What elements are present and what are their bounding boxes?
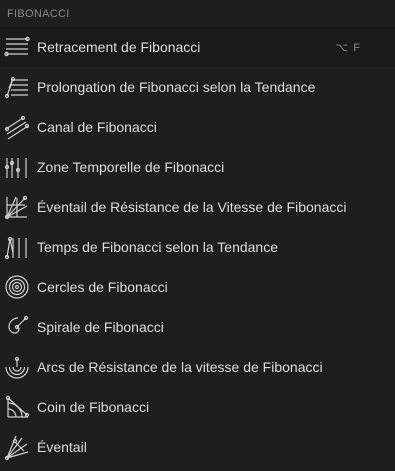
fib-time-zone-icon	[3, 153, 31, 181]
menu-item-fib-wedge[interactable]: Coin de Fibonacci	[0, 387, 395, 427]
menu-item-label: Arcs de Résistance de la vitesse de Fibo…	[37, 359, 323, 375]
menu-item-label: Prolongation de Fibonacci selon la Tenda…	[37, 79, 316, 95]
menu-item-label: Zone Temporelle de Fibonacci	[37, 159, 225, 175]
menu-item-fib-retracement[interactable]: Retracement de Fibonacci ⌥ F	[0, 27, 395, 67]
fib-circles-icon	[3, 273, 31, 301]
menu-item-fib-trend-extension[interactable]: Prolongation de Fibonacci selon la Tenda…	[0, 67, 395, 107]
fib-retracement-icon	[3, 33, 31, 61]
fib-wedge-icon	[3, 393, 31, 421]
section-title: FIBONACCI	[7, 8, 70, 20]
menu-item-fib-channel[interactable]: Canal de Fibonacci	[0, 107, 395, 147]
fib-trend-extension-icon	[3, 73, 31, 101]
menu-item-label: Cercles de Fibonacci	[37, 279, 168, 295]
fib-channel-icon	[3, 113, 31, 141]
fib-speed-fan-icon	[3, 193, 31, 221]
menu-item-fib-speed-fan[interactable]: Éventail de Résistance de la Vitesse de …	[0, 187, 395, 227]
menu-item-fib-trend-time[interactable]: Temps de Fibonacci selon la Tendance	[0, 227, 395, 267]
menu-item-label: Coin de Fibonacci	[37, 399, 150, 415]
menu-item-pitchfan[interactable]: Éventail	[0, 427, 395, 467]
shortcut-hint: ⌥ F	[335, 41, 361, 54]
menu-item-fib-circles[interactable]: Cercles de Fibonacci	[0, 267, 395, 307]
menu-item-label: Spirale de Fibonacci	[37, 319, 164, 335]
menu-item-fib-time-zone[interactable]: Zone Temporelle de Fibonacci	[0, 147, 395, 187]
menu-item-fib-spiral[interactable]: Spirale de Fibonacci	[0, 307, 395, 347]
menu-item-label: Canal de Fibonacci	[37, 119, 157, 135]
fib-trend-time-icon	[3, 233, 31, 261]
menu-item-label: Éventail	[37, 439, 87, 455]
fib-spiral-icon	[3, 313, 31, 341]
menu-item-label: Temps de Fibonacci selon la Tendance	[37, 239, 279, 255]
fibonacci-tools-list: Retracement de Fibonacci ⌥ F Prolongatio…	[0, 27, 395, 467]
fib-speed-arcs-icon	[3, 353, 31, 381]
menu-item-fib-speed-arcs[interactable]: Arcs de Résistance de la vitesse de Fibo…	[0, 347, 395, 387]
menu-item-label: Retracement de Fibonacci	[37, 39, 201, 55]
pitchfan-icon	[3, 433, 31, 461]
menu-item-label: Éventail de Résistance de la Vitesse de …	[37, 199, 347, 215]
